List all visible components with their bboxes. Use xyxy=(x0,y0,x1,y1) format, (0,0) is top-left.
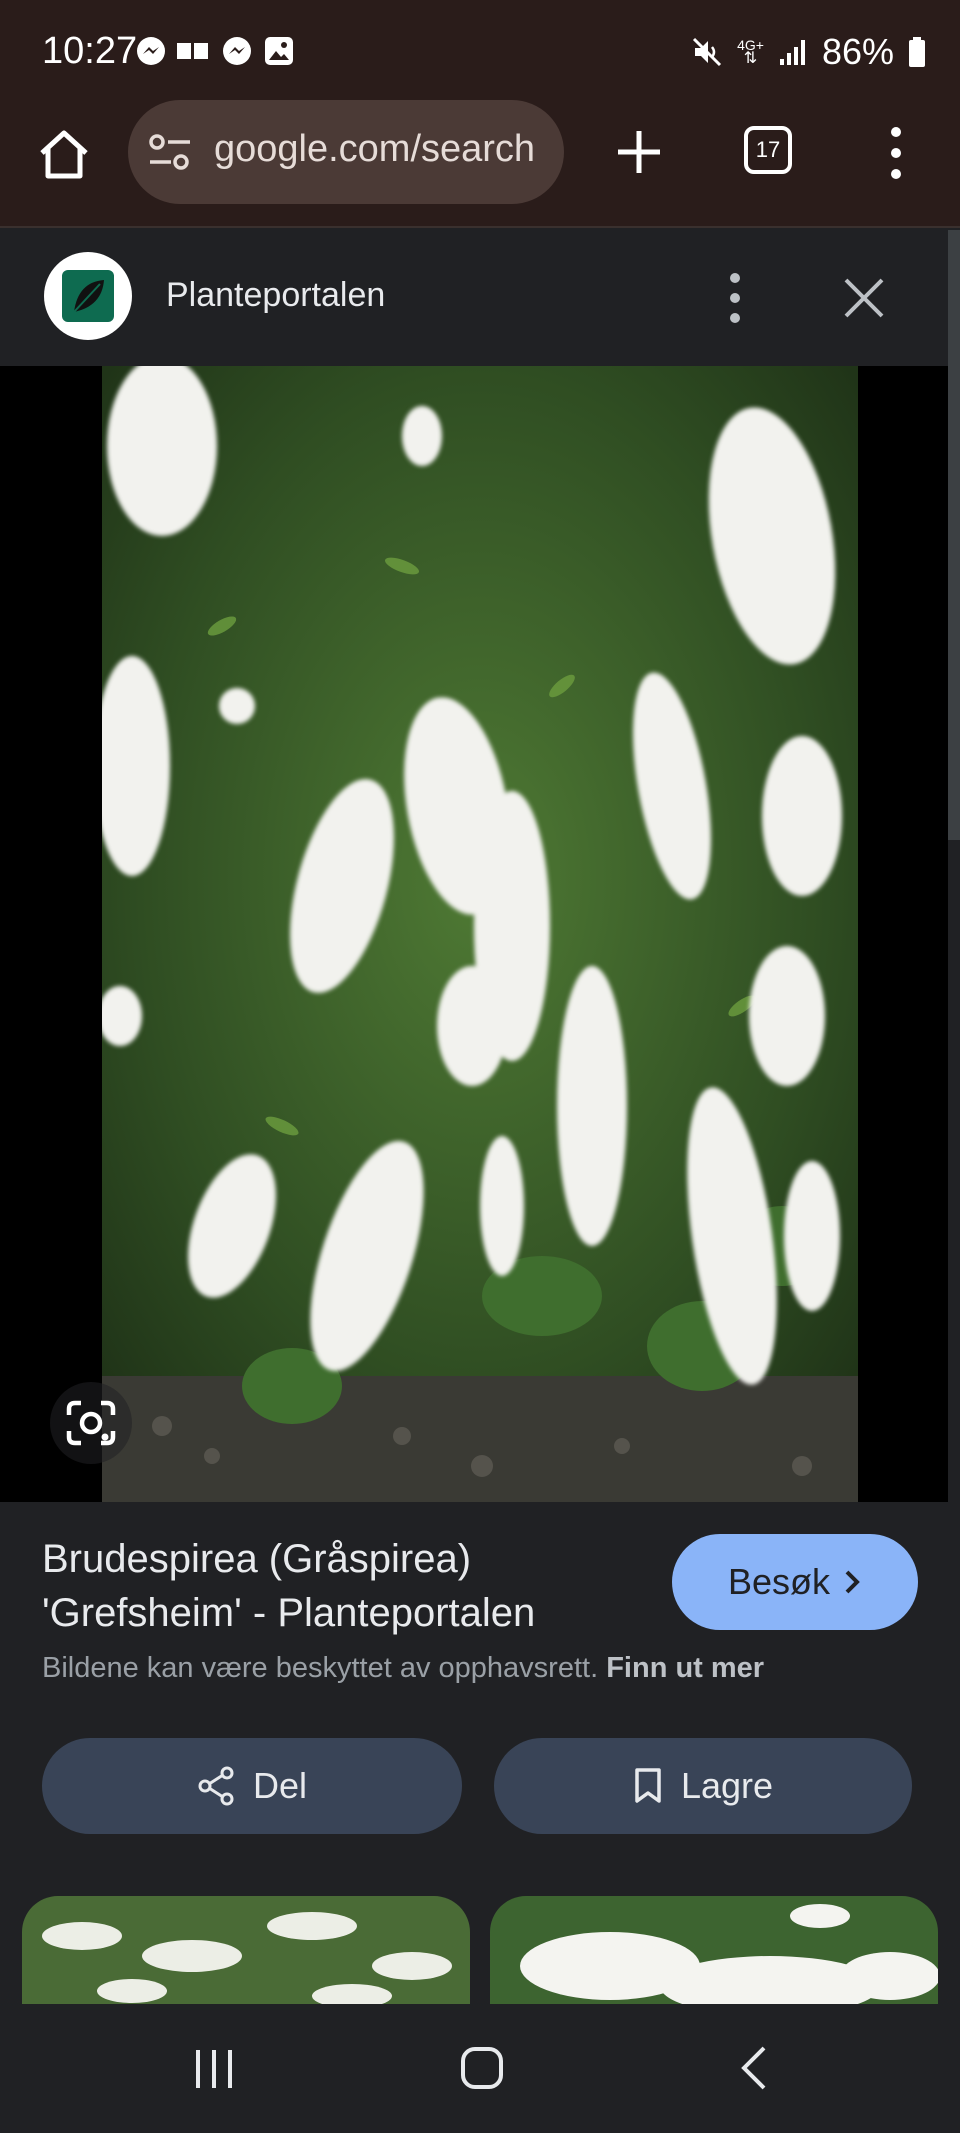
save-button[interactable]: Lagre xyxy=(494,1738,912,1834)
data-arrows-icon: ⇅ xyxy=(743,50,758,67)
lens-search-button[interactable] xyxy=(50,1382,132,1464)
lens-icon xyxy=(66,1400,116,1446)
more-vert-icon[interactable] xyxy=(722,272,748,324)
image-viewer xyxy=(0,366,948,1502)
related-image xyxy=(22,1896,470,2006)
save-label: Lagre xyxy=(680,1765,774,1806)
bookmark-icon xyxy=(635,1768,661,1803)
tune-icon[interactable] xyxy=(148,134,192,170)
status-indicators: 4G+ ⇅ 86% xyxy=(691,30,926,74)
leaf-icon xyxy=(62,270,114,322)
tab-switcher-button[interactable]: 17 xyxy=(744,126,792,174)
back-icon[interactable] xyxy=(740,2044,768,2092)
card-icon xyxy=(177,43,208,59)
battery-icon xyxy=(909,37,925,67)
related-image-thumbnail[interactable] xyxy=(490,1896,938,2006)
visit-label: Besøk xyxy=(727,1561,831,1602)
result-title-line1: Brudespirea (Gråspirea) xyxy=(42,1537,472,1581)
status-time: 10:27 xyxy=(42,30,138,72)
result-title[interactable]: Brudespirea (Gråspirea) 'Grefsheim' - Pl… xyxy=(42,1532,642,1640)
tab-count: 17 xyxy=(755,137,781,162)
copyright-text: Bildene kan være beskyttet av opphavsret… xyxy=(42,1652,599,1684)
plant-image[interactable] xyxy=(102,366,858,1502)
battery-percent: 86% xyxy=(821,31,894,72)
chevron-right-icon xyxy=(845,1570,860,1594)
recents-icon[interactable] xyxy=(192,2048,236,2090)
scrollbar[interactable] xyxy=(948,230,960,840)
share-button[interactable]: Del xyxy=(42,1738,462,1834)
visit-button[interactable]: Besøk xyxy=(672,1534,918,1630)
messenger-icon xyxy=(223,37,251,65)
system-nav-bar xyxy=(0,2004,960,2133)
site-name[interactable]: Planteportalen xyxy=(166,276,385,315)
share-icon xyxy=(198,1766,234,1806)
messenger-icon xyxy=(137,37,165,65)
signal-icon xyxy=(779,40,805,65)
more-vert-icon[interactable] xyxy=(884,126,908,180)
status-bar: 10:27 4G+ ⇅ 86% xyxy=(0,0,960,100)
sheet-header: Planteportalen xyxy=(0,230,948,366)
new-tab-icon[interactable] xyxy=(614,127,664,177)
gallery-icon xyxy=(265,37,293,65)
browser-toolbar: google.com/search 17 xyxy=(0,100,960,228)
learn-more-link[interactable]: Finn ut mer xyxy=(606,1652,764,1684)
related-image-thumbnail[interactable] xyxy=(22,1896,470,2006)
close-icon[interactable] xyxy=(842,276,886,320)
site-logo xyxy=(44,252,132,340)
home-nav-icon[interactable] xyxy=(460,2046,504,2090)
home-icon[interactable] xyxy=(36,126,92,182)
share-label: Del xyxy=(252,1765,308,1806)
address-bar[interactable]: google.com/search xyxy=(128,100,564,204)
copyright-notice: Bildene kan være beskyttet av opphavsret… xyxy=(42,1652,764,1685)
url-text: google.com/search xyxy=(214,128,536,170)
mute-icon xyxy=(693,37,722,67)
related-image xyxy=(490,1896,938,2006)
result-title-line2: 'Grefsheim' - Planteportalen xyxy=(42,1591,536,1635)
